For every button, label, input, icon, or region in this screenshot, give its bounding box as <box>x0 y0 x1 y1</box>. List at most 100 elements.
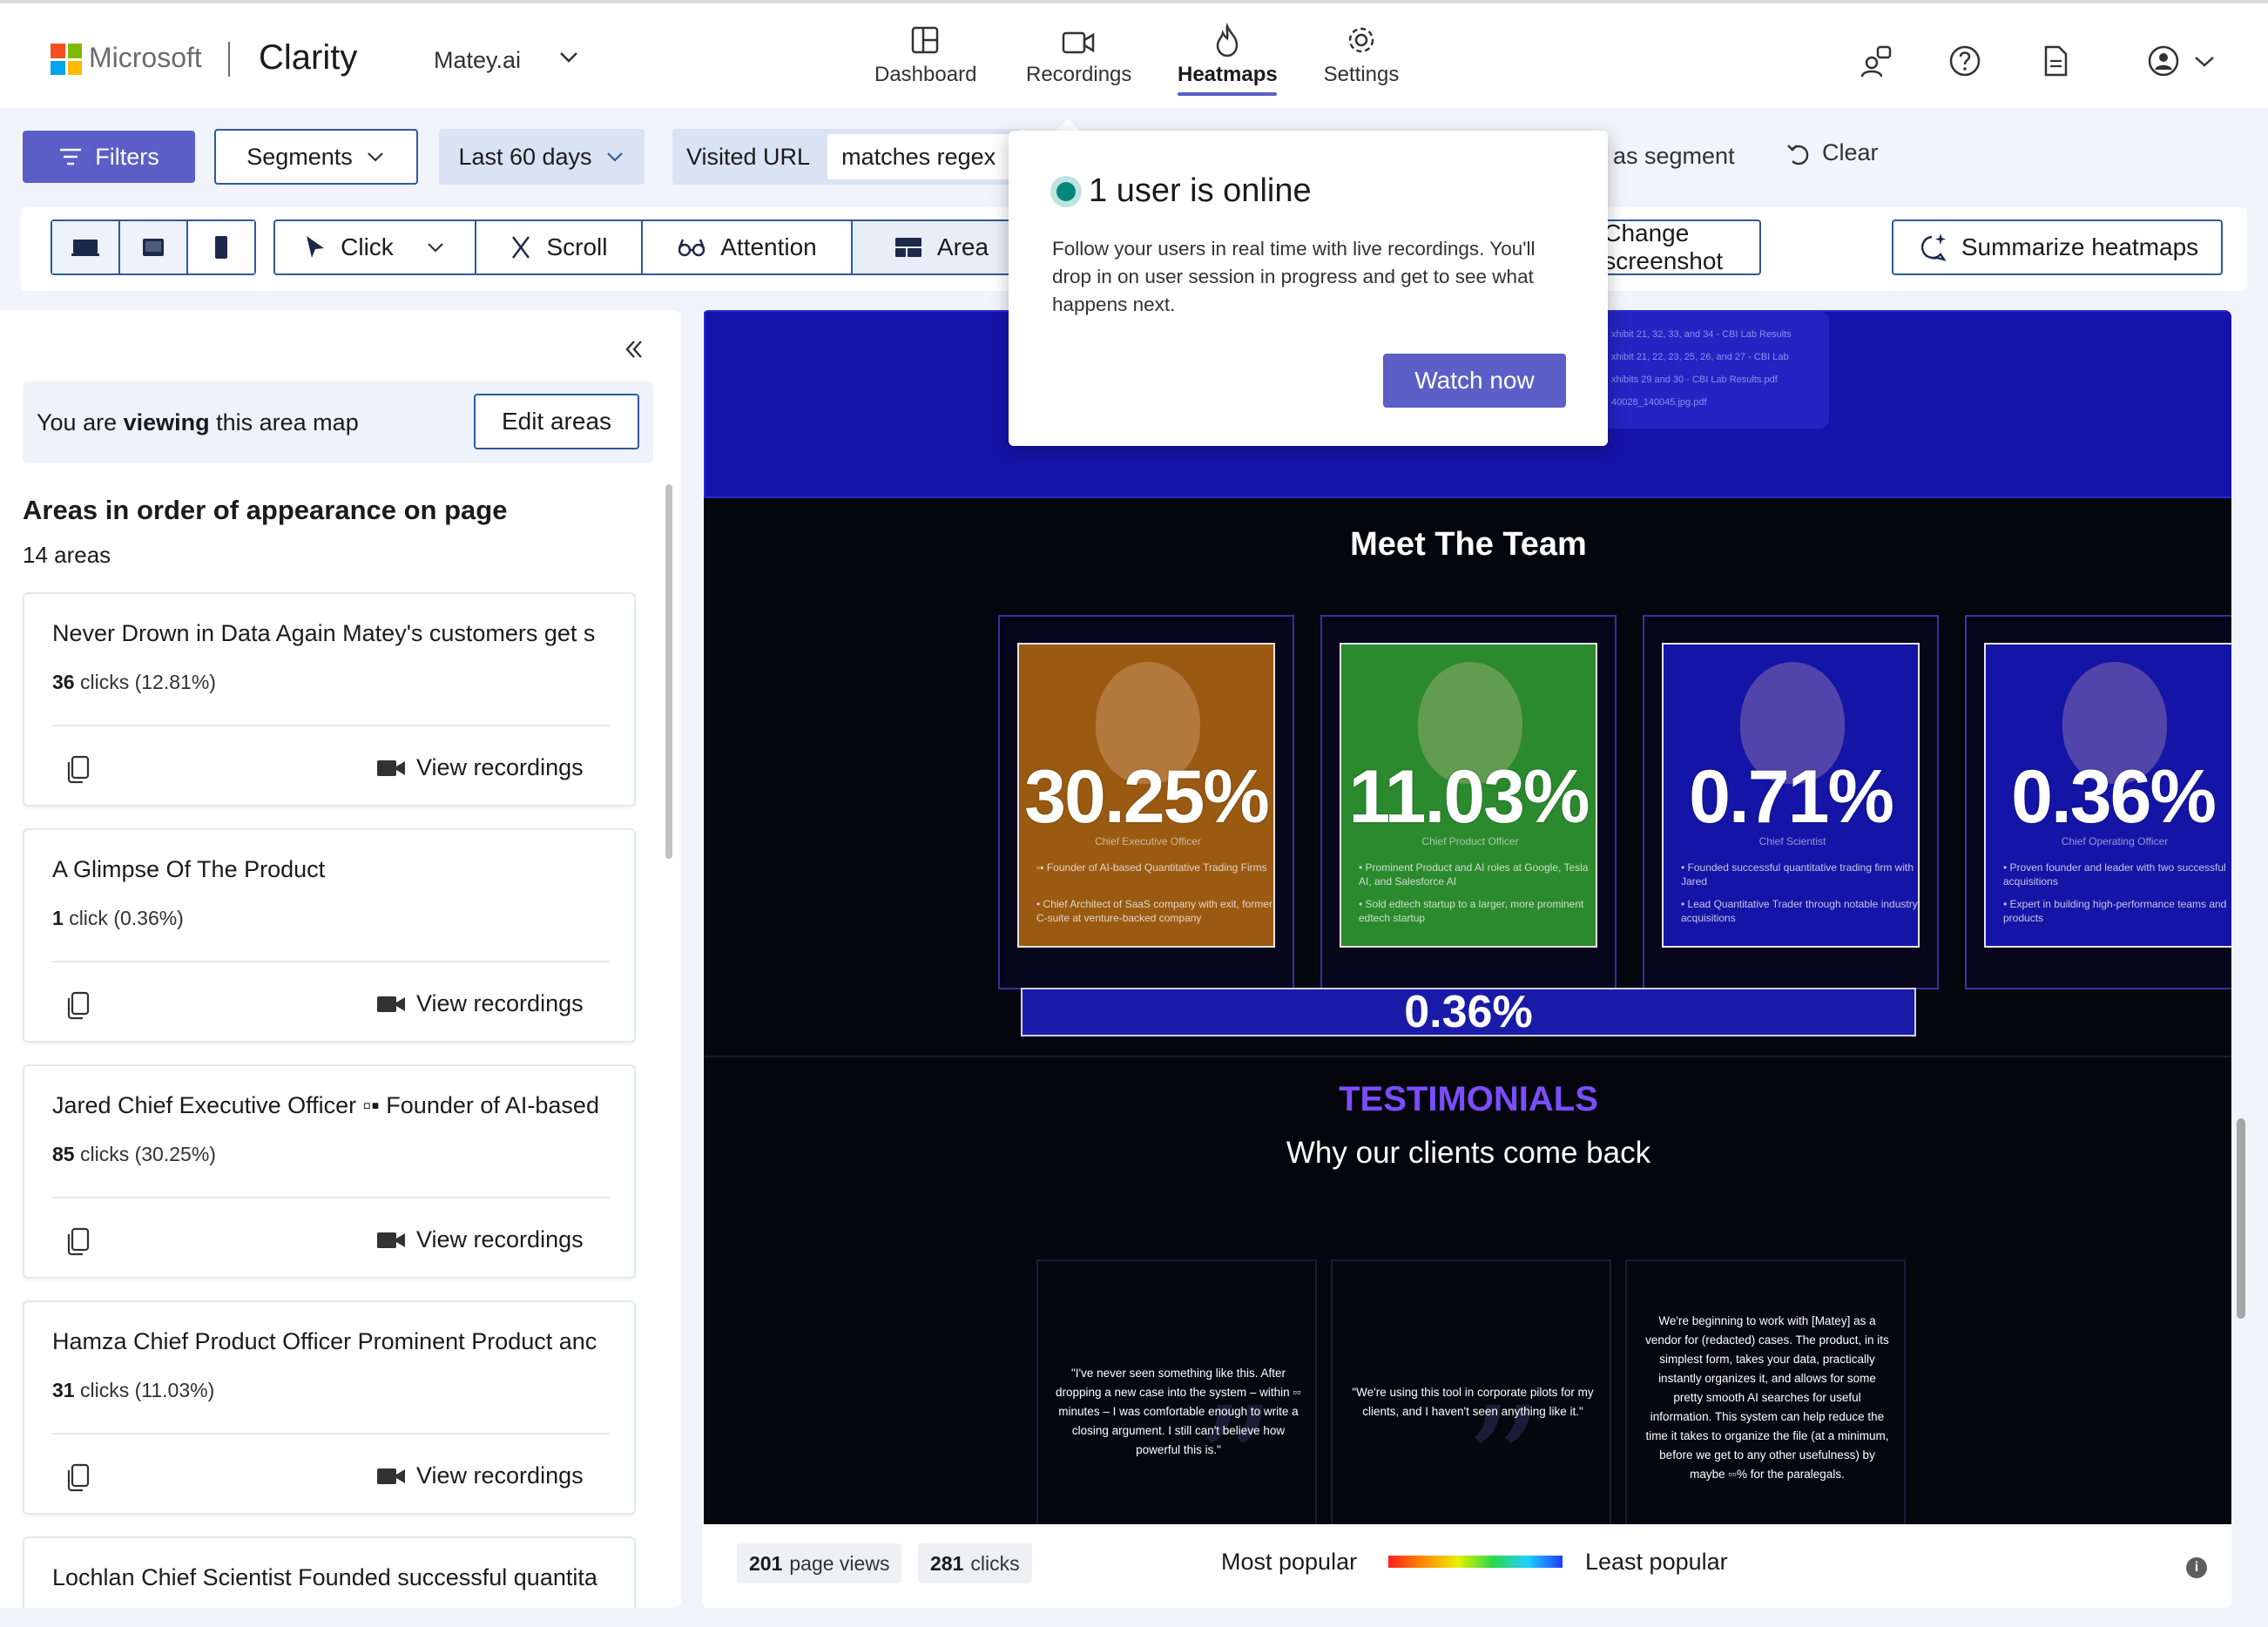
microsoft-wordmark: Microsoft <box>89 42 202 73</box>
area-card[interactable]: Hamza Chief Product Officer Prominent Pr… <box>23 1300 636 1515</box>
undo-icon <box>1787 144 1809 165</box>
area-title: Lochlan Chief Scientist Founded successf… <box>52 1564 597 1590</box>
view-recordings-button[interactable]: View recordings <box>376 1462 584 1489</box>
copy-icon[interactable] <box>66 1462 91 1492</box>
mobile-device-button[interactable] <box>188 221 254 273</box>
document-icon[interactable] <box>2038 44 2073 78</box>
scroll-mode-button[interactable]: Scroll <box>476 221 644 273</box>
project-selector[interactable]: Matey.ai <box>434 47 521 74</box>
popup-title: 1 user is online <box>1089 172 1312 209</box>
people-icon[interactable] <box>1859 44 1893 78</box>
testimonial-card: ” "I've never seen something like this. … <box>1036 1259 1317 1524</box>
desktop-device-button[interactable] <box>52 221 120 273</box>
app-name[interactable]: Clarity <box>259 38 357 78</box>
legend-least-popular: Least popular <box>1585 1549 1728 1575</box>
tab-label: Heatmaps <box>1178 63 1278 86</box>
filters-label: Filters <box>95 143 159 170</box>
watch-now-button[interactable]: Watch now <box>1383 354 1566 408</box>
tablet-device-button[interactable] <box>120 221 188 273</box>
edit-areas-button[interactable]: Edit areas <box>474 394 639 449</box>
view-recordings-label: View recordings <box>416 1462 584 1489</box>
copy-icon[interactable] <box>66 754 91 784</box>
doc-item: 40028_140045.jpg.pdf <box>1611 397 1707 408</box>
filters-button[interactable]: Filters <box>23 131 195 183</box>
attention-mode-button[interactable]: Attention <box>643 221 853 273</box>
video-icon <box>377 1468 405 1484</box>
heatmap-scrollbar[interactable] <box>2237 1118 2245 1319</box>
tab-label: Recordings <box>1026 63 1132 86</box>
member-bullet: • Prominent Product and AI roles at Goog… <box>1359 861 1589 888</box>
area-mode-button[interactable]: Area <box>852 221 1029 273</box>
testimonial-card: ” "We're using this tool in corporate pi… <box>1331 1259 1611 1524</box>
copy-icon[interactable] <box>66 990 91 1020</box>
account-icon[interactable] <box>2146 44 2181 78</box>
info-icon[interactable]: i <box>2186 1557 2207 1578</box>
card-divider <box>52 725 610 726</box>
view-recordings-button[interactable]: View recordings <box>376 990 584 1017</box>
tab-recordings[interactable]: Recordings <box>1026 23 1131 87</box>
panel-scrollbar[interactable] <box>665 484 672 859</box>
legend-most-popular: Most popular <box>1221 1549 1358 1575</box>
chevron-down-icon[interactable] <box>557 45 580 74</box>
area-card[interactable]: Lochlan Chief Scientist Founded successf… <box>23 1536 636 1608</box>
view-recordings-button[interactable]: View recordings <box>376 754 584 781</box>
view-recordings-label: View recordings <box>416 990 584 1016</box>
popularity-gradient <box>1388 1556 1563 1568</box>
section-divider <box>704 1056 2231 1057</box>
testimonial-text: "We're using this tool in corporate pilo… <box>1352 1386 1594 1418</box>
copy-icon[interactable] <box>66 1226 91 1256</box>
scroll-icon <box>512 236 530 259</box>
summarize-heatmaps-button[interactable]: Summarize heatmaps <box>1892 219 2223 275</box>
filter-icon <box>60 148 82 165</box>
tablet-icon <box>143 239 164 256</box>
microsoft-logo-icon <box>51 44 82 75</box>
segments-dropdown[interactable]: Segments <box>214 129 418 185</box>
doc-item: xhibit 21, 32, 33, and 34 - CBI Lab Resu… <box>1611 329 1792 340</box>
clear-label: Clear <box>1822 139 1879 165</box>
tab-heatmaps[interactable]: Heatmaps <box>1178 23 1278 87</box>
visited-url-filter[interactable]: Visited URL matches regex <box>672 129 1021 185</box>
chevron-down-icon <box>606 152 623 162</box>
page-screenshot[interactable]: xhibit 21, 32, 33, and 34 - CBI Lab Resu… <box>704 310 2231 1524</box>
date-range-label: Last 60 days <box>458 143 592 170</box>
save-as-segment-link[interactable]: as segment <box>1613 143 1735 170</box>
users-online-popup: 1 user is online Follow your users in re… <box>1009 131 1608 446</box>
date-range-dropdown[interactable]: Last 60 days <box>439 129 645 185</box>
device-toggle <box>51 219 256 275</box>
member-bullet: • Sold edtech startup to a larger, more … <box>1359 898 1584 924</box>
doc-item: xhibit 21, 22, 23, 25, 26, and 27 - CBI … <box>1611 352 1789 362</box>
heatmap-footer: 201 page views 281 clicks Most popular Lea… <box>702 1524 2231 1608</box>
area-card[interactable]: Never Drown in Data Again Matey's custom… <box>23 592 636 807</box>
chevron-down-icon <box>428 243 443 253</box>
collapse-panel-icon[interactable] <box>620 336 646 370</box>
card-divider <box>52 1433 610 1435</box>
area-title: Jared Chief Executive Officer ▫▪ Founder… <box>52 1092 599 1118</box>
area-percentage: 0.71% <box>1689 755 1894 839</box>
clicks-chip: 281 clicks <box>918 1543 1032 1583</box>
member-bullet: • Proven founder and leader with two suc… <box>2003 861 2226 888</box>
testimonial-card: We're beginning to work with [Matey] as … <box>1625 1259 1906 1524</box>
area-title: A Glimpse Of The Product <box>52 856 326 882</box>
clear-filters-button[interactable]: Clear <box>1785 139 1879 166</box>
help-icon[interactable] <box>1947 44 1982 78</box>
chevron-down-icon[interactable] <box>2191 44 2217 78</box>
online-status-icon <box>1050 176 1082 207</box>
viewing-text: You are viewing this area map <box>37 409 359 435</box>
glasses-icon <box>678 239 705 257</box>
tab-label: Settings <box>1323 63 1400 86</box>
popup-body: Follow your users in real time with live… <box>1052 238 1536 315</box>
view-recordings-button[interactable]: View recordings <box>376 1226 584 1253</box>
testimonial-text: We're beginning to work with [Matey] as … <box>1645 1314 1889 1481</box>
areas-panel: You are viewing this area map Edit areas… <box>0 310 681 1608</box>
summarize-label: Summarize heatmaps <box>1961 233 2199 260</box>
tab-settings[interactable]: Settings <box>1322 23 1401 87</box>
view-recordings-label: View recordings <box>416 754 584 780</box>
url-filter-value[interactable]: matches regex <box>827 134 1010 179</box>
click-mode-button[interactable]: Click <box>275 221 476 273</box>
area-icon <box>894 238 921 257</box>
meet-the-team-heading: Meet The Team <box>1350 526 1587 563</box>
member-bullet: • Expert in building high-performance te… <box>2003 898 2227 924</box>
area-card[interactable]: Jared Chief Executive Officer ▫▪ Founder… <box>23 1064 636 1279</box>
area-card[interactable]: A Glimpse Of The Product 1 click (0.36%) … <box>23 828 636 1043</box>
tab-dashboard[interactable]: Dashboard <box>874 23 976 87</box>
